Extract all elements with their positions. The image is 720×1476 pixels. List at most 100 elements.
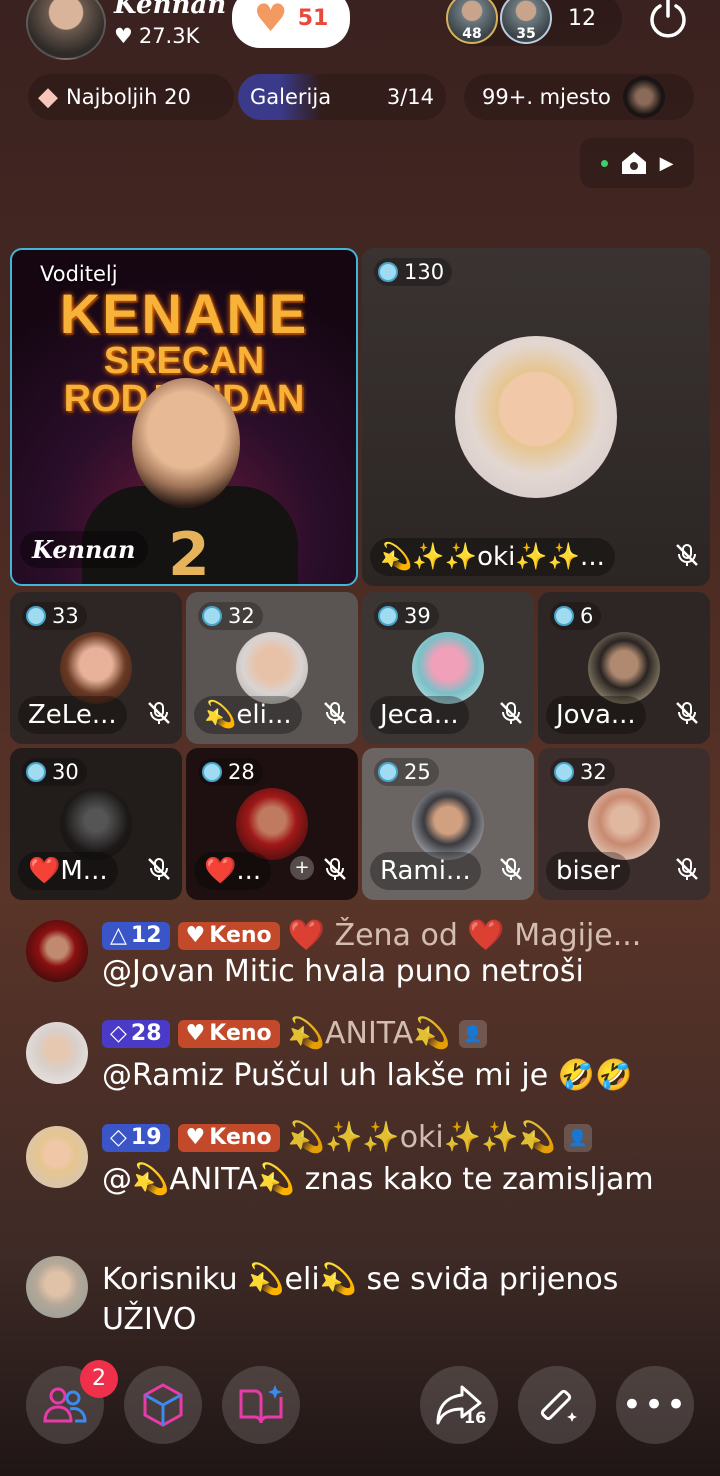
cube-icon (143, 1383, 183, 1427)
host-name[interactable]: Kennan (114, 0, 226, 20)
seat-score: 25 (374, 758, 439, 786)
gem-icon (554, 762, 574, 782)
heart-icon: ♥ (185, 1125, 206, 1150)
guest-avatar[interactable] (236, 632, 308, 704)
ranking-pill[interactable]: ◆ Najboljih 20 (28, 74, 234, 120)
more-icon: ••• (621, 1385, 689, 1425)
seat-name: biser (546, 852, 630, 890)
guest-avatar[interactable] (455, 336, 617, 498)
guest-avatar[interactable] (412, 632, 484, 704)
gift-box-button[interactable] (124, 1366, 202, 1444)
guest-avatar[interactable] (588, 632, 660, 704)
host-likes: ♥ 27.3K (114, 24, 199, 48)
mic-off-icon (500, 858, 522, 880)
share-count: 16 (464, 1408, 487, 1427)
guest-avatar[interactable] (588, 788, 660, 860)
chat-username[interactable]: 💫ANITA💫 (288, 1016, 451, 1051)
seat-score: 130 (374, 258, 453, 286)
guest-seat[interactable]: 32 biser (538, 748, 710, 900)
chat-username[interactable]: ❤️ Žena od ❤️ Magije... (288, 918, 642, 953)
viewer-avatar[interactable]: 48 (446, 0, 498, 44)
mic-off-icon (324, 702, 346, 724)
effects-button[interactable] (518, 1366, 596, 1444)
fan-badge: ♥ Keno (177, 1123, 280, 1152)
magic-wand-icon (540, 1389, 577, 1422)
share-button[interactable]: 16 (420, 1366, 498, 1444)
host-badge: Voditelj (40, 262, 118, 286)
room-controls[interactable]: ▶ (580, 138, 694, 188)
seat-name: Rami... (370, 852, 481, 890)
triangle-icon: △ (110, 923, 127, 948)
chat-avatar[interactable] (26, 1022, 88, 1084)
seat-score: 32 (550, 758, 615, 786)
seat-score: 28 (198, 758, 263, 786)
guest-avatar[interactable] (412, 788, 484, 860)
chat-text: Korisniku 💫eli💫 se sviđa prijenos UŽIVO (102, 1262, 619, 1337)
mic-off-icon (148, 858, 170, 880)
seat-name: 💫eli... (194, 696, 302, 734)
host-avatar[interactable] (26, 0, 106, 60)
guest-seat[interactable]: 30 ❤️M... (10, 748, 182, 900)
chat-avatar[interactable] (26, 1126, 88, 1188)
guest-seat[interactable]: 33 ZeLe... (10, 592, 182, 744)
guest-seat[interactable]: 28 ❤️... + (186, 748, 358, 900)
place-pill[interactable]: 99+. mjesto (464, 74, 694, 120)
gallery-pill[interactable]: Galerija 3/14 (238, 74, 446, 120)
heart-icon: ♥ (114, 24, 133, 48)
guest-seat[interactable]: 6 Jova... (538, 592, 710, 744)
mic-off-icon (676, 544, 698, 566)
guest-seat[interactable]: 39 Jeca... (362, 592, 534, 744)
chat-avatar[interactable] (26, 920, 88, 982)
gem-icon (26, 762, 46, 782)
diamond-icon: ◆ (38, 82, 58, 112)
viewer-avatar[interactable]: 35 (500, 0, 552, 44)
chat-header: △ 12 ♥ Keno ❤️ Žena od ❤️ Magije... (102, 918, 641, 953)
chat-text: @Ramiz Puščul uh lakše mi je 🤣🤣 (102, 1058, 633, 1093)
level-badge: ◇ 19 (102, 1123, 170, 1152)
chat-text: @💫ANITA💫 znas kako te zamisljam (102, 1162, 654, 1197)
guest-avatar[interactable] (236, 788, 308, 860)
guest-avatar[interactable] (60, 632, 132, 704)
follow-icon[interactable]: 👤 (458, 1019, 487, 1048)
mic-off-icon (324, 858, 346, 880)
guest-seat[interactable]: 32 💫eli... (186, 592, 358, 744)
place-label: 99+. mjesto (482, 85, 611, 109)
host-seat[interactable]: KENANE SRECAN RODJENDAN Voditelj 2 Kenna… (10, 248, 358, 586)
follow-icon[interactable]: 👤 (563, 1123, 592, 1152)
level-badge: ◇ 28 (102, 1019, 170, 1048)
gallery-label: Galerija (250, 85, 332, 109)
status-dot-icon (600, 159, 608, 167)
viewer-count[interactable]: 12 (568, 6, 596, 31)
gem-icon (554, 606, 574, 626)
seat-score: 39 (374, 602, 439, 630)
level-badge: △ 12 (102, 921, 170, 950)
gem-icon (378, 606, 398, 626)
gallery-count: 3/14 (386, 85, 434, 109)
power-icon[interactable] (646, 0, 690, 40)
guest-seat[interactable]: 25 Rami... (362, 748, 534, 900)
mic-off-icon (148, 702, 170, 724)
mic-off-icon (676, 858, 698, 880)
mic-off-icon (676, 702, 698, 724)
add-friend-icon[interactable]: + (290, 856, 314, 880)
like-count: 51 (297, 5, 329, 31)
chat-username[interactable]: 💫✨✨oki✨✨💫 (288, 1120, 556, 1155)
seat-name: ❤️M... (18, 852, 118, 890)
heart-icon: ♥ (185, 923, 206, 948)
diamond-icon: ◇ (110, 1125, 127, 1150)
users-icon (43, 1387, 87, 1423)
chevron-right-icon[interactable]: ▶ (660, 153, 674, 174)
more-button[interactable]: ••• (616, 1366, 694, 1444)
mic-off-icon (500, 702, 522, 724)
chat-avatar[interactable] (26, 1256, 88, 1318)
like-button[interactable]: ♥ 51 (232, 0, 350, 48)
fan-badge: ♥ Keno (177, 921, 280, 950)
notification-badge: 2 (80, 1360, 118, 1398)
guest-avatar[interactable] (60, 788, 132, 860)
seat-name: 💫✨✨oki✨✨... (370, 538, 615, 576)
home-icon[interactable] (620, 150, 648, 176)
book-button[interactable] (222, 1366, 300, 1444)
seat-name: ZeLe... (18, 696, 127, 734)
guest-seat-large[interactable]: 130 💫✨✨oki✨✨... (362, 248, 710, 586)
chat-header: ◇ 19 ♥ Keno 💫✨✨oki✨✨💫 👤 (102, 1120, 592, 1155)
